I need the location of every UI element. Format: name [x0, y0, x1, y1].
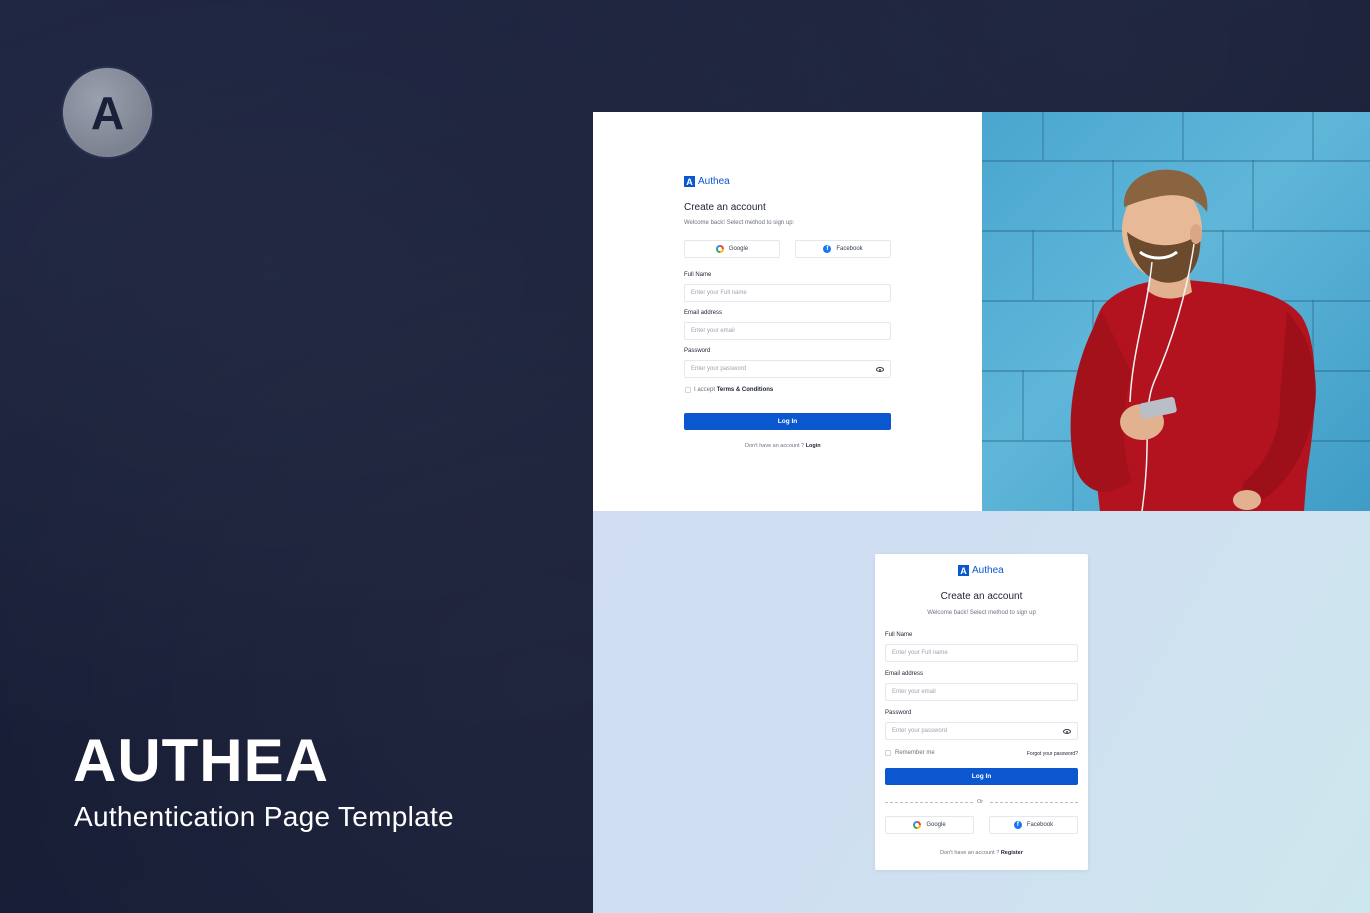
page-title: Create an account: [684, 202, 766, 213]
man-with-phone-illustration: [1070, 169, 1316, 511]
divider-left: [885, 802, 973, 803]
email-input[interactable]: Enter your email: [885, 683, 1078, 701]
facebook-icon: f: [823, 245, 832, 253]
authea-mark-icon: A: [958, 565, 969, 576]
facebook-icon: f: [1013, 821, 1022, 829]
signup-form-pane: A Authea Create an account Welcome back!…: [593, 112, 982, 511]
divider-right: [990, 802, 1078, 803]
page-subtitle: Welcome back! Select method to sign up: [927, 610, 1036, 616]
footer-prefix: Don't have an account ?: [940, 850, 1000, 856]
show-password-eye-icon[interactable]: [876, 367, 884, 372]
full-name-input[interactable]: Enter your Full name: [885, 644, 1078, 662]
facebook-signup-button[interactable]: f Facebook: [989, 816, 1078, 834]
authea-logo: A Authea: [684, 176, 730, 187]
full-name-label: Full Name: [885, 632, 913, 638]
email-label: Email address: [684, 310, 723, 316]
footer-register-link[interactable]: Register: [1001, 850, 1023, 856]
footer-prefix: Don't have an account ?: [745, 443, 805, 449]
authea-logo: A Authea: [958, 565, 1004, 576]
hero-photo: [982, 112, 1370, 511]
full-name-input[interactable]: Enter your Full name: [684, 284, 891, 302]
google-signup-button[interactable]: Google: [885, 816, 974, 834]
terms-checkbox[interactable]: [685, 387, 691, 393]
login-button[interactable]: Log In: [885, 768, 1078, 785]
terms-text: I accept Terms & Conditions: [694, 387, 773, 393]
google-button-label: Google: [926, 822, 946, 828]
signup-card: A Authea Create an account Welcome back!…: [875, 554, 1088, 870]
page-title: Create an account: [940, 591, 1023, 602]
full-name-label: Full Name: [684, 272, 712, 278]
password-label: Password: [885, 710, 912, 716]
facebook-signup-button[interactable]: f Facebook: [795, 240, 891, 258]
authea-brand-name: Authea: [972, 565, 1004, 576]
brand-subtitle: Authentication Page Template: [74, 801, 454, 832]
brand-title: AUTHEA: [73, 727, 329, 794]
facebook-button-label: Facebook: [836, 246, 863, 252]
divider-or: Or: [977, 799, 984, 805]
terms-prefix: I accept: [694, 387, 716, 393]
signup-footer: Don't have an account ? Login: [745, 443, 821, 449]
email-input[interactable]: Enter your email: [684, 322, 891, 340]
email-label: Email address: [885, 671, 924, 677]
authea-mark-icon: A: [684, 176, 695, 187]
google-icon: [913, 821, 922, 829]
google-icon: [715, 245, 724, 253]
password-input[interactable]: Enter your password: [885, 722, 1078, 740]
preview-split-signup: A Authea Create an account Welcome back!…: [593, 112, 1370, 511]
login-button[interactable]: Log In: [684, 413, 891, 430]
signup-footer: Don't have an account ? Register: [875, 850, 1088, 856]
remember-me-checkbox[interactable]: [885, 750, 891, 756]
password-label: Password: [684, 348, 711, 354]
password-input[interactable]: Enter your password: [684, 360, 891, 378]
forgot-password-link[interactable]: Forgot your password?: [1027, 751, 1078, 757]
brand-logo: A: [61, 66, 154, 159]
brand-logo-letter: A: [90, 86, 125, 139]
show-password-eye-icon[interactable]: [1063, 729, 1071, 734]
remember-me-label: Remember me: [895, 750, 935, 756]
preview-card-signup: A Authea Create an account Welcome back!…: [593, 511, 1370, 913]
authea-brand-name: Authea: [698, 176, 730, 187]
footer-login-link[interactable]: Login: [806, 443, 821, 449]
facebook-button-label: Facebook: [1026, 822, 1054, 828]
terms-link[interactable]: Terms & Conditions: [717, 387, 774, 393]
google-button-label: Google: [728, 246, 749, 252]
google-signup-button[interactable]: Google: [684, 240, 780, 258]
page-subtitle: Welcome back! Select method to sign up:: [684, 220, 795, 226]
